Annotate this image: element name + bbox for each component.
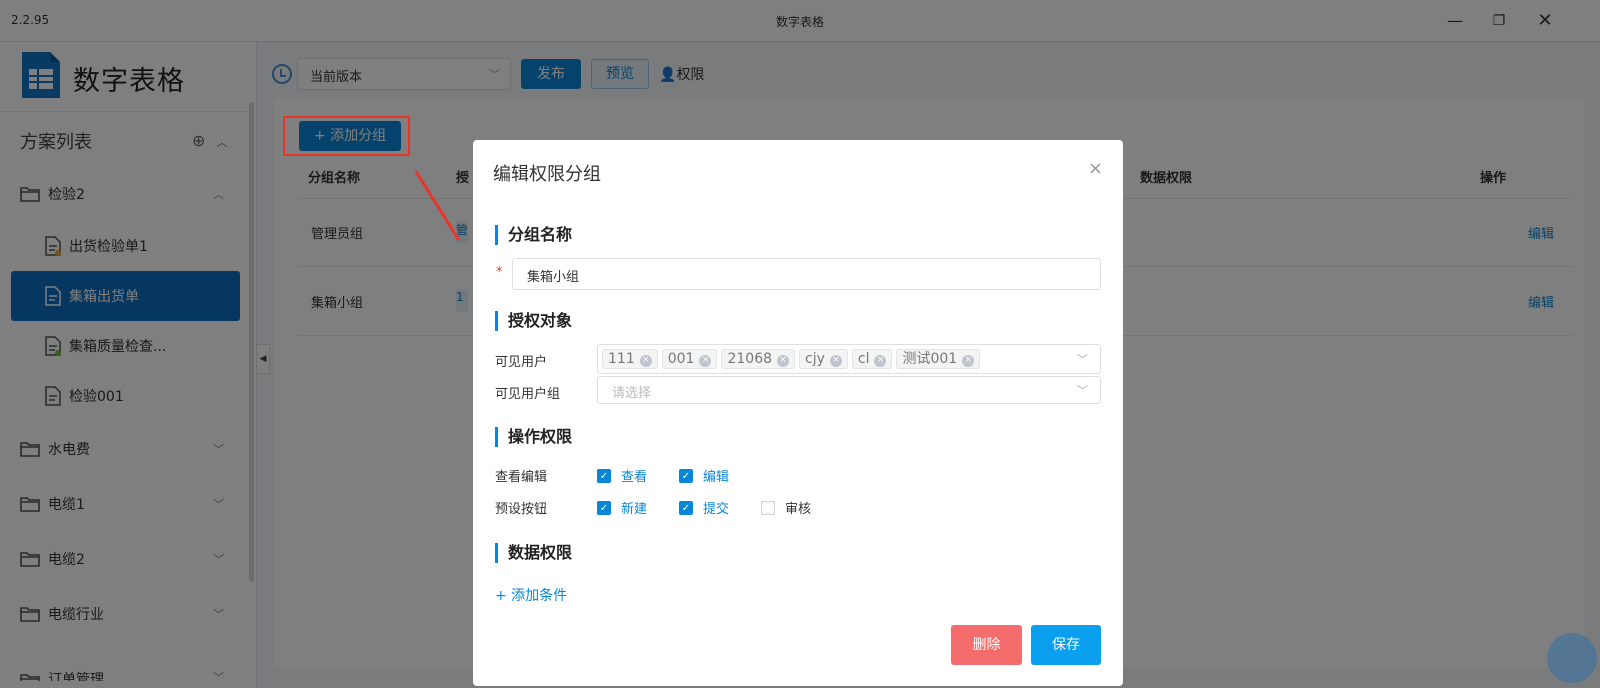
user-tag-label: 111	[608, 351, 635, 367]
user-tag: 111 ×	[602, 349, 658, 369]
checkbox-unchecked-icon	[761, 500, 775, 515]
visible-users-label: 可见用户	[495, 355, 548, 370]
checkbox-checked-icon: ✓	[597, 468, 611, 483]
remove-tag-icon[interactable]: ×	[829, 355, 842, 367]
user-tag-label: cl	[857, 351, 870, 367]
home-icon[interactable]	[1547, 633, 1597, 683]
section-group-name: 分组名称	[495, 225, 572, 245]
highlight-box-annotation	[283, 116, 410, 156]
add-condition-button[interactable]: + 添加条件	[495, 585, 567, 605]
user-tag-label: 001	[667, 351, 695, 367]
section-auth-target: 授权对象	[495, 311, 572, 331]
required-asterisk: *	[496, 265, 503, 280]
submit-checkbox[interactable]: ✓ 提交	[679, 498, 729, 517]
save-button[interactable]: 保存	[1031, 625, 1101, 665]
chevron-down-icon: ﹀	[1077, 353, 1088, 366]
edit-checkbox[interactable]: ✓ 编辑	[679, 466, 729, 485]
edit-permission-group-dialog: 编辑权限分组 × 分组名称 * 集箱小组 授权对象 可见用户 111 × 001 × 2…	[473, 140, 1123, 686]
delete-button[interactable]: 删除	[951, 625, 1022, 665]
checkbox-checked-icon: ✓	[679, 500, 693, 515]
remove-tag-icon[interactable]: ×	[777, 355, 790, 367]
checkbox-label: 查看	[621, 470, 648, 485]
user-tag: 21068 ×	[721, 349, 796, 369]
chevron-down-icon: ﹀	[1077, 384, 1088, 397]
user-tag: cjy ×	[799, 349, 848, 369]
group-name-input[interactable]: 集箱小组	[512, 258, 1101, 290]
remove-tag-icon[interactable]: ×	[962, 355, 975, 367]
create-checkbox[interactable]: ✓ 新建	[597, 498, 647, 517]
user-tag-label: 21068	[727, 351, 773, 367]
remove-tag-icon[interactable]: ×	[874, 355, 887, 367]
section-op-perm: 操作权限	[495, 427, 572, 447]
visible-groups-placeholder: 请选择	[612, 386, 652, 401]
checkbox-checked-icon: ✓	[679, 468, 693, 483]
user-tag: cl ×	[851, 349, 893, 369]
dialog-title: 编辑权限分组	[493, 164, 601, 185]
user-tag: 测试001 ×	[896, 349, 981, 369]
remove-tag-icon[interactable]: ×	[699, 355, 712, 367]
visible-users-select[interactable]: 111 × 001 × 21068 × cjy × cl × 测试001 × ﹀	[597, 344, 1101, 374]
visible-groups-select[interactable]: 请选择 ﹀	[597, 376, 1101, 404]
section-data-perm: 数据权限	[495, 543, 572, 563]
preset-buttons-label: 预设按钮	[495, 502, 548, 517]
user-tag-label: cjy	[805, 351, 825, 367]
review-checkbox[interactable]: 审核	[761, 498, 811, 517]
user-tag-label: 测试001	[902, 351, 958, 367]
checkbox-checked-icon: ✓	[597, 500, 611, 515]
view-edit-label: 查看编辑	[495, 470, 548, 485]
checkbox-label: 审核	[785, 502, 812, 517]
remove-tag-icon[interactable]: ×	[639, 355, 652, 367]
checkbox-label: 新建	[621, 502, 648, 517]
user-tag: 001 ×	[661, 349, 718, 369]
close-icon[interactable]: ×	[1088, 158, 1103, 179]
view-checkbox[interactable]: ✓ 查看	[597, 466, 647, 485]
visible-groups-label: 可见用户组	[495, 387, 561, 402]
checkbox-label: 编辑	[703, 470, 730, 485]
checkbox-label: 提交	[703, 502, 730, 517]
